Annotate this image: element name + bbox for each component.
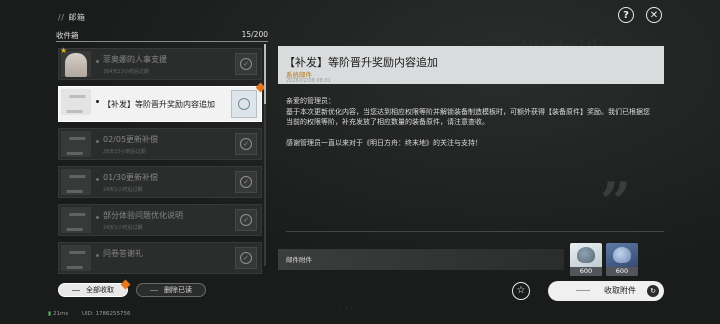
- mail-thumbnail: [61, 245, 91, 271]
- mail-title: 01/30更新补偿: [103, 173, 159, 182]
- equipment-part-icon: [613, 247, 631, 263]
- attachments-bar: 邮件附件: [278, 249, 564, 270]
- user-id: UID: 1786255756: [82, 311, 131, 317]
- wing-logo-icon: [66, 95, 86, 113]
- mail-item[interactable]: ★ 菲奥娜的人事支援 364天23小时后过期 ✓: [58, 46, 262, 80]
- attachment-preview: [231, 90, 257, 118]
- bullet: [96, 140, 99, 143]
- mail-subject: 【补发】等阶晋升奖励内容追加: [284, 56, 438, 69]
- delete-read-label: 删除已读: [164, 286, 192, 294]
- status-bar: ▮ 21ms UID: 1786255756: [48, 311, 131, 317]
- inbox-count: 15/200: [241, 30, 268, 39]
- read-status: ✓: [235, 209, 257, 231]
- collect-attachment-label: 收取附件: [604, 286, 636, 295]
- check-icon: ✓: [240, 58, 252, 70]
- wing-logo-icon: [66, 213, 86, 231]
- check-icon: ✓: [240, 176, 252, 188]
- wing-logo-icon: [66, 175, 86, 193]
- check-icon: ✓: [240, 252, 252, 264]
- mail-title: 02/05更新补偿: [103, 135, 159, 144]
- inbox-label: 收件箱: [56, 31, 79, 40]
- read-status: ✓: [235, 53, 257, 75]
- mail-list: ★ 菲奥娜的人事支援 364天23小时后过期 ✓ 【补发】等阶晋升奖励内容追加 …: [58, 46, 266, 280]
- breadcrumb: //邮箱: [58, 13, 86, 22]
- mail-thumbnail: [61, 169, 91, 195]
- delete-read-button[interactable]: 删除已读: [136, 283, 206, 297]
- wing-logo-icon: [66, 137, 86, 155]
- wing-logo-icon: [66, 251, 86, 269]
- read-status: ✓: [235, 171, 257, 193]
- mail-title: 部分体验问题优化说明: [103, 211, 183, 220]
- star-outline-icon: ☆: [516, 285, 526, 296]
- signal-icon: ▮: [48, 311, 52, 317]
- scrollbar-thumb[interactable]: [264, 44, 266, 104]
- ping: 21ms: [53, 311, 69, 317]
- check-icon: ✓: [240, 214, 252, 226]
- quote-mark-decoration: ”: [600, 170, 632, 234]
- mail-expiry: 29天23小时后过期: [103, 149, 146, 155]
- mail-expiry: 364天23小时后过期: [103, 69, 149, 75]
- mail-title: 问卷答谢礼: [103, 249, 143, 258]
- check-icon: ✓: [240, 138, 252, 150]
- mail-expiry: 24天1小时后过期: [103, 225, 143, 231]
- mail-thumbnail: [61, 131, 91, 157]
- mail-thumbnail: [61, 89, 91, 115]
- bullet: [96, 100, 99, 103]
- mail-item[interactable]: 01/30更新补偿 24天1小时后过期 ✓: [58, 166, 262, 198]
- mail-thumbnail: [61, 207, 91, 233]
- favorite-button[interactable]: ☆: [512, 282, 530, 300]
- mail-body: 亲爱的管理员： 基于本次更新优化内容，当您达到相应权限等阶并解锁装备制造模板时，…: [286, 96, 656, 148]
- collect-attachment-button[interactable]: 收取附件 ↻: [548, 281, 664, 301]
- item-quantity: 600: [606, 267, 638, 276]
- refresh-icon: ↻: [647, 285, 659, 297]
- read-status: ✓: [235, 133, 257, 155]
- body-paragraph: 感谢管理员一直以来对于《明日方舟：终末地》的关注与支持！: [286, 138, 482, 147]
- help-button[interactable]: ?: [618, 7, 634, 23]
- collect-all-button[interactable]: 全部收取: [58, 279, 131, 297]
- mail-title: 菲奥娜的人事支援: [103, 55, 167, 64]
- attachment-item[interactable]: 600: [606, 243, 638, 276]
- page-indicator: ·︱·: [340, 306, 355, 312]
- avatar: [65, 53, 87, 77]
- top-bar: //邮箱 ? ✕: [0, 0, 720, 28]
- bullet: [96, 254, 99, 257]
- close-button[interactable]: ✕: [646, 7, 662, 23]
- read-status: ✓: [235, 247, 257, 269]
- mail-title: 【补发】等阶晋升奖励内容追加: [103, 100, 215, 109]
- attachment-item[interactable]: 600: [570, 243, 602, 276]
- bullet: [96, 216, 99, 219]
- inbox-divider: [56, 41, 268, 42]
- divider: [286, 231, 664, 232]
- mail-date: 2026/02/08 08:01: [286, 78, 331, 84]
- greeting: 亲爱的管理员：: [286, 97, 335, 105]
- bullet: [96, 60, 99, 63]
- inbox-header: 收件箱 15/200: [56, 30, 268, 42]
- attachments-label: 邮件附件: [286, 256, 312, 264]
- mail-expiry: 24天1小时后过期: [103, 187, 143, 193]
- disc-icon: [238, 98, 250, 110]
- mail-list-scrollbar[interactable]: [264, 44, 266, 266]
- question-icon: ?: [623, 9, 629, 21]
- mail-item[interactable]: 02/05更新补偿 29天23小时后过期 ✓: [58, 128, 262, 160]
- item-quantity: 600: [570, 267, 602, 276]
- collect-all-label: 全部收取: [86, 286, 114, 294]
- mail-item[interactable]: 问卷答谢礼 ✓: [58, 242, 262, 274]
- mail-item-selected[interactable]: 【补发】等阶晋升奖励内容追加: [58, 82, 266, 122]
- body-paragraph: 基于本次更新优化内容，当您达到相应权限等阶并解锁装备制造模板时，可额外获得【装备…: [286, 107, 650, 127]
- close-icon: ✕: [649, 9, 659, 21]
- page-title: 邮箱: [68, 13, 86, 22]
- mail-item[interactable]: 部分体验问题优化说明 24天1小时后过期 ✓: [58, 204, 262, 236]
- bullet: [96, 178, 99, 181]
- equipment-part-icon: [577, 247, 595, 263]
- star-icon: ★: [60, 46, 68, 55]
